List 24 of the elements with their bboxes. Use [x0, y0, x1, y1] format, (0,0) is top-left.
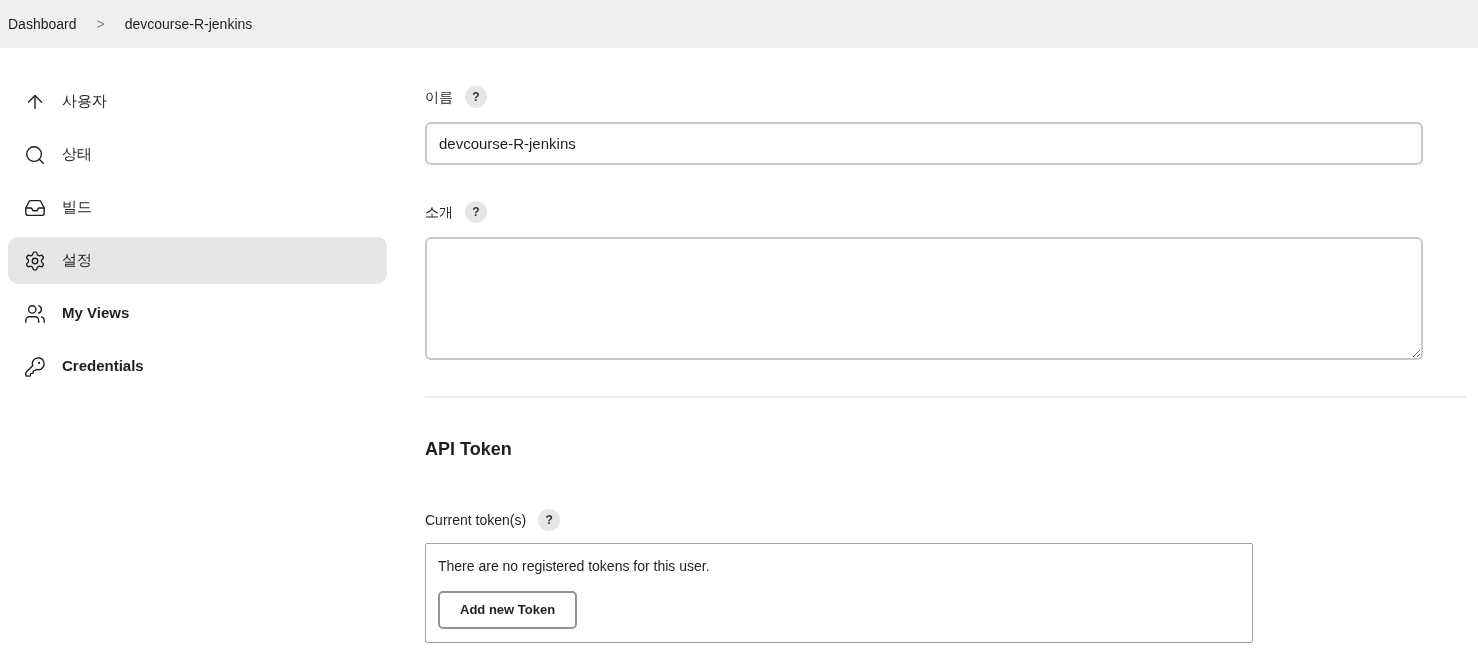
help-icon[interactable]: ? — [465, 86, 487, 108]
add-token-button[interactable]: Add new Token — [438, 591, 578, 629]
section-heading: API Token — [425, 438, 513, 461]
breadcrumb-link[interactable]: Dashboard — [8, 13, 77, 35]
sidebar-item[interactable]: 빌드 — [8, 184, 387, 231]
field-label: 이름 — [425, 87, 453, 107]
field-label: 소개 — [425, 202, 453, 222]
key-icon — [24, 355, 46, 378]
settings-icon — [24, 249, 46, 272]
name-field[interactable]: devcourse-R-jenkins — [425, 122, 1423, 165]
breadcrumb-separator: > — [96, 14, 105, 34]
sidebar-item[interactable]: Credentials — [8, 343, 387, 390]
field-label: Current token(s) — [425, 510, 527, 530]
search-icon — [24, 143, 46, 166]
breadcrumb-link[interactable]: devcourse-R-jenkins — [124, 13, 253, 35]
help-icon[interactable]: ? — [538, 509, 561, 531]
empty-message: There are no registered tokens for this user. — [438, 557, 710, 576]
people-icon — [24, 302, 46, 325]
sidebar-item[interactable]: 사용자 — [8, 78, 387, 125]
sidebar-item[interactable]: 설정 — [8, 237, 387, 284]
sidebar-item[interactable]: My Views — [8, 290, 387, 337]
sidebar-item[interactable]: 상태 — [8, 131, 387, 178]
help-icon[interactable]: ? — [465, 201, 487, 223]
description-field[interactable] — [425, 237, 1423, 360]
